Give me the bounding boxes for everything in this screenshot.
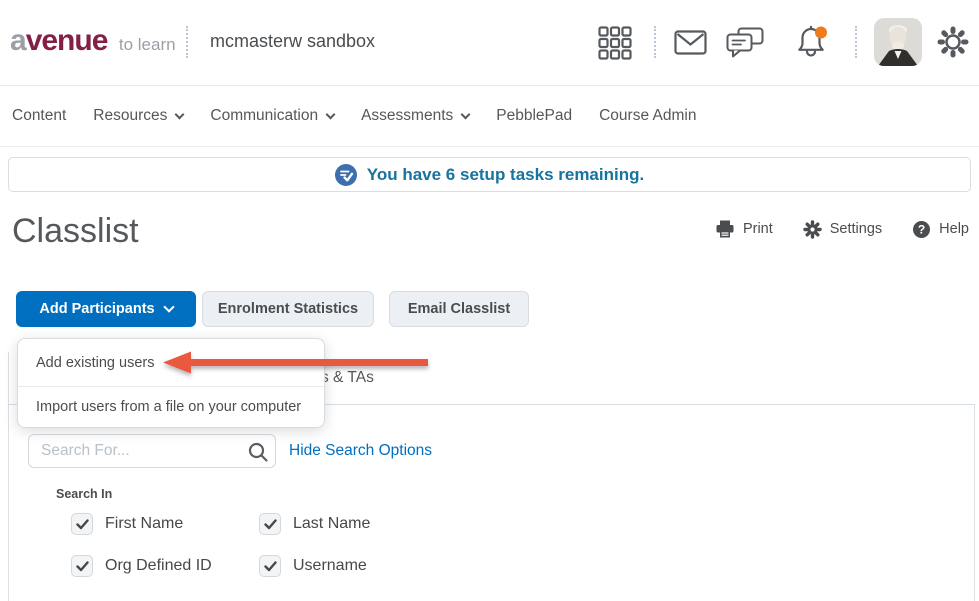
gear-icon (803, 220, 822, 239)
divider-dots (654, 26, 656, 58)
setup-tasks-banner: You have 6 setup tasks remaining. (8, 157, 971, 192)
nav-content[interactable]: Content (12, 107, 66, 125)
add-participants-dropdown: Add existing users Import users from a f… (17, 338, 325, 428)
checkbox-label: Username (293, 557, 367, 575)
menu-item-add-existing-users[interactable]: Add existing users (18, 339, 324, 386)
search-input[interactable] (28, 434, 276, 468)
page-actions: Print Settings ? Help (715, 219, 969, 239)
nav-pebblepad[interactable]: PebblePad (496, 107, 572, 125)
chevron-down-icon (163, 301, 174, 312)
search-icon[interactable] (247, 441, 269, 463)
tasks-checklist-icon (335, 164, 357, 186)
checkbox-label: Last Name (293, 515, 370, 533)
print-icon (715, 219, 735, 239)
nav-course-admin[interactable]: Course Admin (599, 107, 696, 125)
logo-suffix: to learn (119, 35, 176, 54)
setup-tasks-text[interactable]: You have 6 setup tasks remaining. (367, 165, 644, 185)
tab-students-tas-partial[interactable]: s & TAs (321, 369, 374, 387)
svg-text:?: ? (918, 222, 925, 236)
classlist-page: avenue to learn mcmasterw sandbox (0, 0, 979, 601)
chevron-down-icon (326, 109, 336, 119)
avenue-to-learn-logo[interactable]: avenue to learn (10, 24, 176, 58)
top-bar: avenue to learn mcmasterw sandbox (0, 0, 979, 86)
logo-brand: venue (26, 24, 108, 57)
chevron-down-icon (461, 109, 471, 119)
page-title: Classlist (12, 212, 139, 251)
divider-dots (855, 26, 857, 58)
add-participants-button[interactable]: Add Participants (16, 291, 196, 327)
divider-dots (186, 26, 188, 58)
settings-button[interactable]: Settings (803, 219, 882, 239)
chevron-down-icon (175, 109, 185, 119)
checkbox-checked-icon[interactable] (259, 513, 281, 535)
email-classlist-button[interactable]: Email Classlist (389, 291, 529, 327)
email-icon[interactable] (674, 30, 707, 60)
help-icon: ? (912, 220, 931, 239)
course-title[interactable]: mcmasterw sandbox (210, 31, 375, 52)
checkbox-username[interactable]: Username (259, 555, 367, 577)
nav-assessments[interactable]: Assessments (361, 107, 469, 125)
hide-search-options-link[interactable]: Hide Search Options (289, 442, 432, 460)
enrolment-statistics-button[interactable]: Enrolment Statistics (202, 291, 374, 327)
checkbox-org-defined-id[interactable]: Org Defined ID (71, 555, 212, 577)
chat-icon[interactable] (726, 27, 765, 65)
search-panel: Hide Search Options Search In First Name… (8, 405, 975, 601)
app-grid-icon[interactable] (598, 26, 632, 65)
checkbox-last-name[interactable]: Last Name (259, 513, 370, 535)
checkbox-checked-icon[interactable] (71, 555, 93, 577)
settings-gear-icon[interactable] (936, 25, 970, 64)
nav-resources[interactable]: Resources (93, 107, 183, 125)
nav-communication[interactable]: Communication (210, 107, 334, 125)
checkbox-checked-icon[interactable] (71, 513, 93, 535)
notification-dot (815, 27, 827, 39)
course-navbar: Content Resources Communication Assessme… (0, 86, 979, 147)
notification-bell-icon[interactable] (792, 24, 830, 67)
help-button[interactable]: ? Help (912, 219, 969, 239)
logo-prefix: a (10, 24, 26, 57)
checkbox-label: Org Defined ID (105, 557, 212, 575)
search-in-label: Search In (56, 487, 112, 501)
user-avatar[interactable] (874, 18, 922, 66)
print-button[interactable]: Print (715, 219, 773, 239)
checkbox-label: First Name (105, 515, 183, 533)
menu-item-import-users-from-file[interactable]: Import users from a file on your compute… (18, 387, 324, 427)
checkbox-checked-icon[interactable] (259, 555, 281, 577)
checkbox-first-name[interactable]: First Name (71, 513, 183, 535)
